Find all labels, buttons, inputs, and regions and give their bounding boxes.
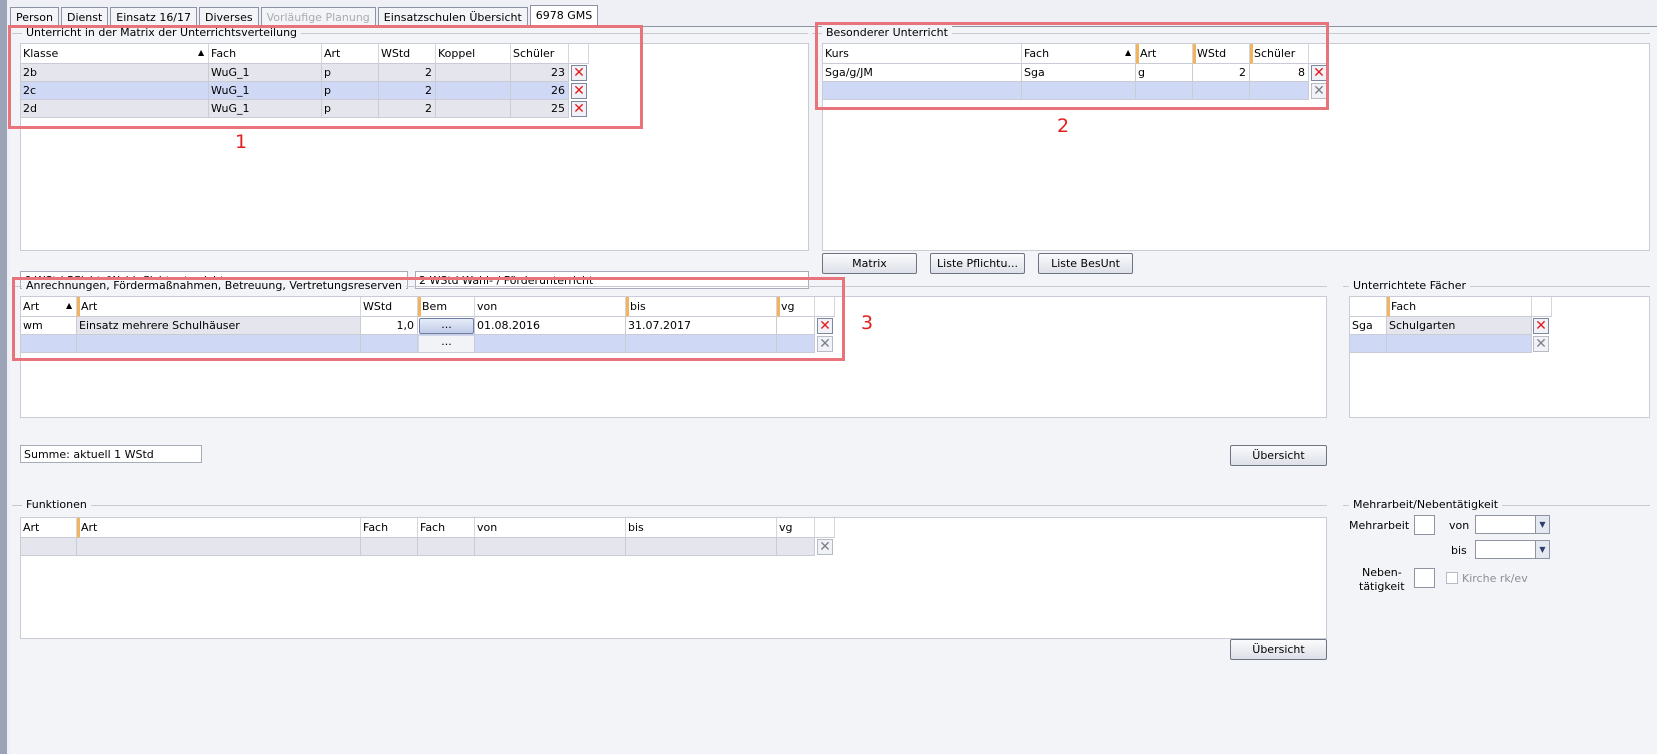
col-header-fach-2[interactable]: Fach — [418, 518, 475, 538]
tab-6978-gms[interactable]: 6978 GMS — [529, 5, 599, 27]
new-row-cell[interactable] — [1350, 335, 1387, 353]
mehrarbeit-label: Mehrarbeit — [1349, 519, 1410, 532]
col-header-vg[interactable]: vg — [777, 518, 815, 538]
delete-x-icon: ✕ — [819, 539, 831, 555]
faecher-grid: Fach Sga Schulgarten ✕ ✕ — [1349, 296, 1650, 418]
tab-bar: Person Dienst Einsatz 16/17 Diverses Vor… — [10, 5, 600, 27]
uebersicht-anrechnungen-button[interactable]: Übersicht — [1230, 445, 1327, 466]
annotation-box-2 — [815, 22, 1329, 110]
tab-person[interactable]: Person — [10, 7, 59, 27]
new-row-cell[interactable] — [361, 538, 418, 556]
col-header-code[interactable] — [1350, 297, 1387, 317]
table-cell[interactable]: Sga — [1350, 317, 1387, 335]
tab-vorlaeufige-planung: Vorläufige Planung — [260, 7, 376, 27]
delete-x-icon: ✕ — [1535, 318, 1547, 334]
neben-label: Neben- — [1362, 566, 1402, 579]
chevron-down-icon[interactable]: ▼ — [1535, 541, 1549, 558]
mehrarbeit-input[interactable] — [1414, 515, 1435, 535]
tab-page: Unterricht in der Matrix der Unterrichts… — [8, 22, 1657, 754]
new-row-cell[interactable] — [1387, 335, 1532, 353]
annotation-number-1: 1 — [235, 131, 248, 153]
kirche-checkbox[interactable] — [1446, 572, 1458, 584]
annotation-box-3 — [12, 277, 845, 361]
new-row-cell[interactable] — [21, 538, 77, 556]
mehrarbeit-group-title: Mehrarbeit/Nebentätigkeit — [1349, 498, 1503, 512]
group-line — [12, 505, 1327, 506]
delete-row-button[interactable]: ✕ — [1533, 318, 1549, 334]
col-header-art-bezeichnung[interactable]: Art — [77, 518, 361, 538]
annotation-box-1 — [8, 25, 643, 129]
bis-label: bis — [1451, 544, 1467, 557]
new-row-cell[interactable] — [77, 538, 361, 556]
col-header-bis[interactable]: bis — [626, 518, 777, 538]
funktionen-group-title: Funktionen — [22, 498, 91, 512]
tab-dienst[interactable]: Dienst — [60, 7, 109, 27]
col-header-art[interactable]: Art — [21, 518, 77, 538]
new-row-cell[interactable] — [626, 538, 777, 556]
col-header-delete — [815, 518, 835, 538]
delete-row-button[interactable]: ✕ — [1533, 336, 1549, 352]
delete-x-icon: ✕ — [1535, 336, 1547, 352]
bis-date-select[interactable]: ▼ — [1475, 540, 1550, 559]
liste-besunt-button[interactable]: Liste BesUnt — [1038, 253, 1133, 274]
matrix-button[interactable]: Matrix — [822, 253, 917, 274]
nebentaetigkeit-input[interactable] — [1414, 568, 1435, 588]
von-date-select[interactable]: ▼ — [1475, 515, 1550, 534]
tab-diverses[interactable]: Diverses — [199, 7, 259, 27]
annotation-number-3: 3 — [861, 312, 874, 334]
left-window-edge — [0, 0, 7, 754]
new-row-cell[interactable] — [418, 538, 475, 556]
chevron-down-icon[interactable]: ▼ — [1535, 516, 1549, 533]
new-row-cell[interactable] — [777, 538, 815, 556]
uebersicht-funktionen-button[interactable]: Übersicht — [1230, 639, 1327, 660]
col-header-fach[interactable]: Fach — [361, 518, 418, 538]
col-header-delete — [1532, 297, 1552, 317]
tab-einsatzschulen[interactable]: Einsatzschulen Übersicht — [377, 7, 528, 27]
col-header-fach[interactable]: Fach — [1387, 297, 1532, 317]
faecher-group-title: Unterrichtete Fächer — [1349, 279, 1471, 293]
tab-einsatz[interactable]: Einsatz 16/17 — [110, 7, 198, 27]
summe-field: Summe: aktuell 1 WStd — [20, 445, 202, 463]
delete-row-button[interactable]: ✕ — [817, 539, 833, 555]
taetigkeit-label: tätigkeit — [1359, 580, 1405, 593]
funktionen-grid: Art Art Fach Fach von bis vg ✕ — [20, 517, 1327, 639]
annotation-number-2: 2 — [1057, 115, 1070, 137]
new-row-cell[interactable] — [475, 538, 626, 556]
kirche-label: Kirche rk/ev — [1462, 572, 1528, 585]
liste-pflicht-button[interactable]: Liste Pflichtu... — [930, 253, 1025, 274]
table-cell[interactable]: Schulgarten — [1387, 317, 1532, 335]
col-header-von[interactable]: von — [475, 518, 626, 538]
von-label: von — [1449, 519, 1470, 532]
